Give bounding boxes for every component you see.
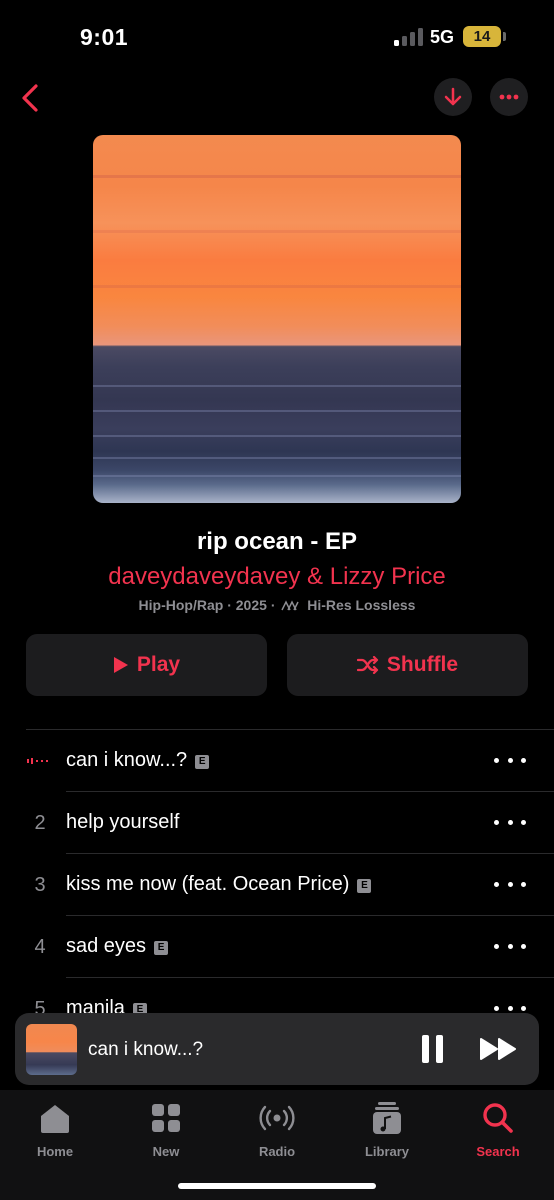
tab-label: Library [364, 1144, 410, 1159]
now-playing-icon [27, 758, 48, 764]
mini-player-title: can i know...? [88, 1039, 204, 1060]
mini-player-artwork [26, 1024, 77, 1075]
track-title: kiss me now (feat. Ocean Price) E [66, 873, 372, 896]
mini-player[interactable]: can i know...? [15, 1013, 539, 1085]
fast-forward-icon[interactable] [479, 1037, 519, 1061]
explicit-badge: E [195, 755, 210, 769]
hi-res-lossless-icon [281, 600, 300, 611]
back-button[interactable] [10, 78, 50, 118]
track-number: 2 [34, 812, 46, 834]
explicit-badge: E [154, 941, 169, 955]
pause-icon-bar [436, 1035, 443, 1063]
tab-home[interactable]: Home [10, 1100, 100, 1162]
ellipsis-icon [499, 94, 519, 100]
battery-icon: 14 [463, 26, 501, 47]
tab-new[interactable]: New [121, 1100, 211, 1162]
battery-level: 14 [473, 28, 491, 45]
play-button[interactable]: Play [26, 634, 267, 696]
shuffle-icon [356, 656, 379, 674]
more-options-button[interactable] [490, 78, 528, 116]
track-more-button[interactable] [494, 758, 526, 766]
track-row[interactable]: can i know...? E [0, 730, 554, 792]
grid-icon [152, 1104, 180, 1132]
track-number: 4 [34, 936, 46, 958]
track-number: 3 [34, 874, 46, 896]
network-type: 5G [430, 27, 455, 47]
album-quality: Hi-Res Lossless [307, 597, 416, 613]
play-icon [113, 657, 128, 673]
shuffle-button[interactable]: Shuffle [287, 634, 528, 696]
track-title: sad eyes E [66, 935, 169, 958]
track-title: help yourself [66, 811, 180, 833]
track-more-button[interactable] [494, 820, 526, 828]
home-indicator[interactable] [178, 1183, 376, 1189]
cell-signal-icon [394, 28, 424, 46]
radio-icon [259, 1105, 295, 1131]
album-artwork [93, 135, 461, 503]
download-arrow-icon [444, 87, 462, 106]
tab-radio[interactable]: Radio [232, 1100, 322, 1162]
album-artist[interactable]: daveydaveydavey & Lizzy Price [0, 563, 554, 591]
tab-label: New [152, 1144, 180, 1159]
home-icon [41, 1105, 69, 1133]
battery-cap [503, 32, 506, 41]
explicit-badge: E [357, 879, 372, 893]
track-row[interactable]: 3 kiss me now (feat. Ocean Price) E [0, 854, 554, 916]
status-time: 9:01 [80, 24, 129, 50]
pause-button[interactable] [422, 1035, 444, 1063]
library-icon [373, 1102, 401, 1134]
play-label: Play [136, 653, 181, 676]
chevron-left-icon [22, 84, 38, 112]
album-genre: Hip-Hop/Rap [138, 597, 224, 613]
tab-label: Home [36, 1144, 74, 1159]
shuffle-label: Shuffle [386, 653, 459, 676]
tab-label: Radio [258, 1144, 296, 1159]
download-button[interactable] [434, 78, 472, 116]
album-title: rip ocean - EP [196, 528, 358, 555]
track-row[interactable]: 4 sad eyes E [0, 916, 554, 978]
album-meta: Hip-Hop/Rap · 2025 · Hi-Res Lossless [138, 597, 416, 613]
tab-label: Search [476, 1144, 520, 1159]
track-row[interactable]: 2 help yourself [0, 792, 554, 854]
tab-library[interactable]: Library [342, 1100, 432, 1162]
search-icon [483, 1103, 513, 1133]
status-bar: 9:01 5G 14 [0, 0, 554, 70]
pause-icon [422, 1035, 429, 1063]
tab-search[interactable]: Search [453, 1100, 543, 1162]
track-more-button[interactable] [494, 944, 526, 952]
track-more-button[interactable] [494, 882, 526, 890]
track-title: can i know...? E [66, 749, 210, 772]
album-year: 2025 [235, 597, 267, 613]
